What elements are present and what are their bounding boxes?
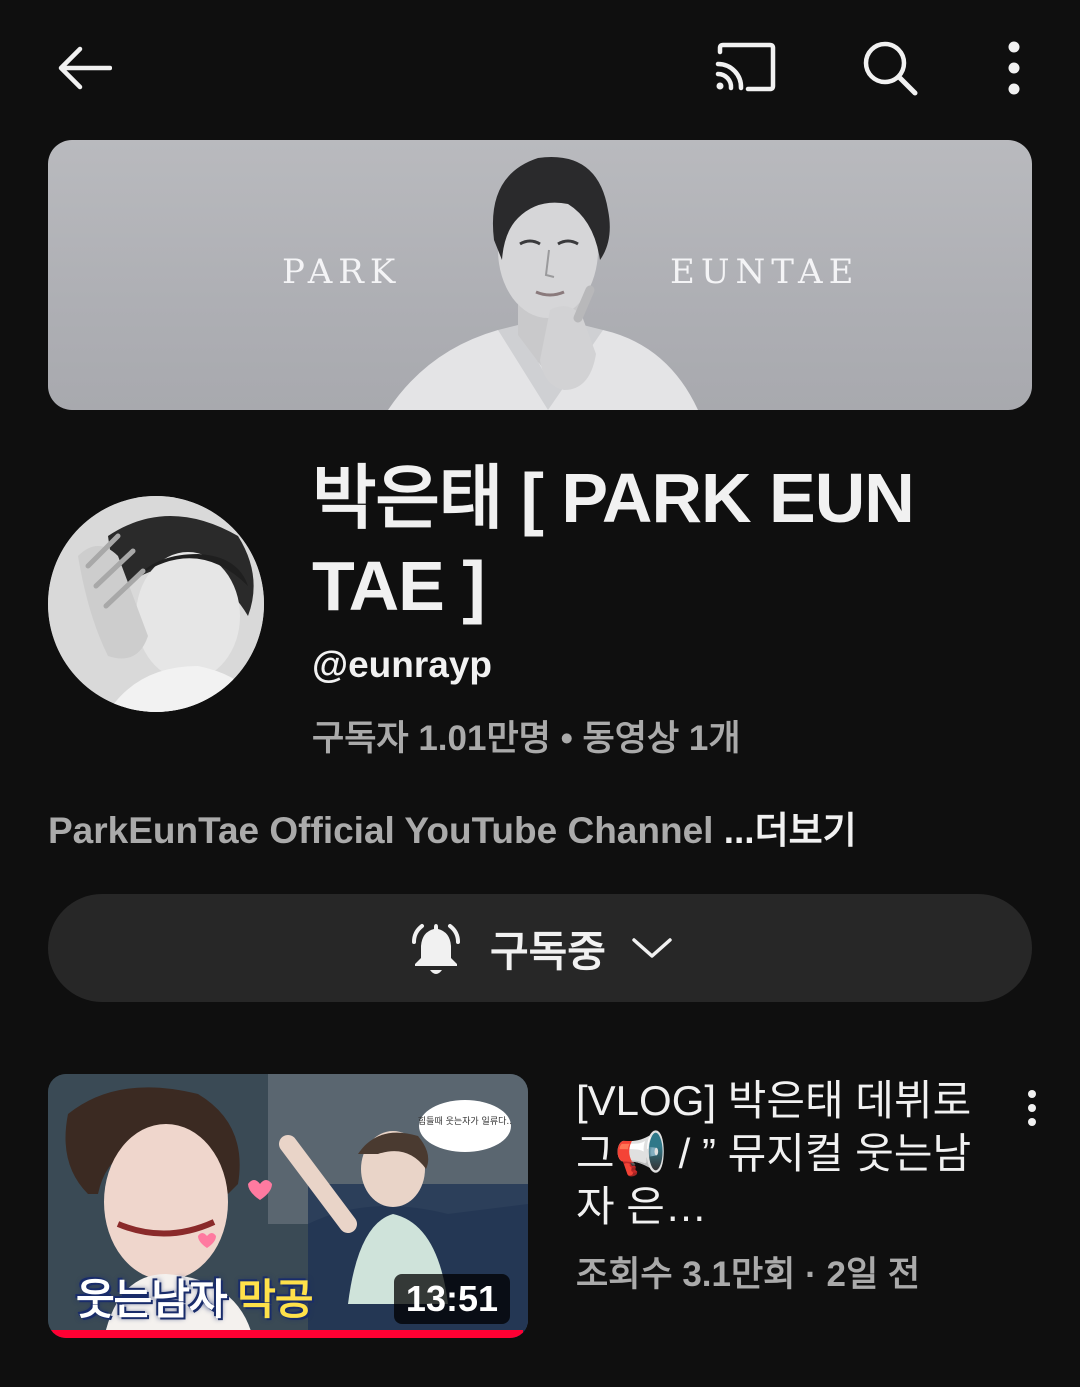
subscribed-label: 구독중 [490,927,606,975]
banner-text-right: EUNTAE [670,252,860,292]
description-text: ParkEunTae Official YouTube Channel [48,810,724,851]
thumb-caption-main: 웃는남자 [76,1276,238,1323]
cast-button[interactable] [704,32,784,104]
thumbnail-caption: 웃는남자 막공 [76,1266,314,1327]
avatar-portrait-image [48,496,264,712]
back-arrow-icon [58,46,112,90]
watch-progress-bar [48,1330,524,1338]
search-icon [863,41,918,96]
video-duration-badge: 13:51 [393,1274,510,1324]
channel-title: 박은태 [ PARK EUN TAE ] [312,459,915,625]
video-thumbnail[interactable]: 힘들때 웃는자가 일류다.. 웃는남자 막공 13:51 [48,1074,528,1338]
video-list-item[interactable]: 힘들때 웃는자가 일류다.. 웃는남자 막공 13:51 [VLOG] 박은태 … [48,1074,1048,1344]
channel-stats: 구독자 1.01만명 • 동영상 1개 [312,719,741,758]
video-title[interactable]: [VLOG] 박은태 데뷔로그📢 / ” 뮤지컬 웃는남자 은… [576,1074,996,1233]
search-button[interactable] [850,30,930,106]
more-vert-icon [1028,1090,1036,1126]
more-options-button[interactable] [980,30,1048,106]
more-vert-icon [1008,41,1020,95]
subscribed-button[interactable]: 구독중 [48,894,1032,1002]
cast-icon [715,42,776,92]
video-metadata: 조회수 3.1만회 · 2일 전 [576,1255,921,1294]
channel-page: PARK EUNTAE 박은태 [ PARK EUN TAE ] @eunray… [0,0,1080,1387]
chevron-down-icon [632,938,672,958]
thumb-bubble-text: 힘들때 웃는자가 일류다.. [418,1116,512,1127]
more-link[interactable]: ...더보기 [724,810,857,851]
top-app-bar [0,0,1080,135]
back-button[interactable] [44,30,124,106]
thumb-caption-accent: 막공 [237,1276,313,1323]
banner-text-left: PARK [282,252,402,292]
bell-ringing-icon [412,924,461,974]
channel-description[interactable]: ParkEunTae Official YouTube Channel ...더… [48,800,1038,854]
channel-banner[interactable]: PARK EUNTAE [48,140,1032,410]
channel-handle: @eunrayp [312,644,493,685]
video-more-button[interactable] [1012,1080,1052,1136]
channel-avatar[interactable] [48,496,264,712]
